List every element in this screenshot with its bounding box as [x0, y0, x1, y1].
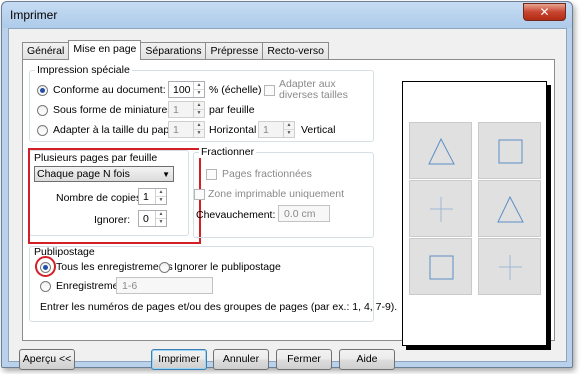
- square-icon: [498, 139, 523, 164]
- preview-cell-triangle: [478, 180, 541, 237]
- miniatures-label: Sous forme de miniatures:: [53, 104, 176, 116]
- publipostage-hint: Entrer les numéros de pages et/ou des gr…: [40, 301, 398, 313]
- conforme-value: 100: [173, 84, 191, 96]
- horizontal-value: 1: [173, 124, 179, 136]
- ignorer-publipostage-radio[interactable]: [159, 262, 170, 273]
- tab-general[interactable]: Général: [22, 42, 69, 60]
- adapter-radio[interactable]: [37, 125, 48, 136]
- horizontal-label: Horizontal: [209, 124, 257, 136]
- impression-speciale-group: Impression spéciale Conforme au document…: [29, 64, 374, 142]
- enregistrements-input[interactable]: 1-6: [116, 277, 213, 294]
- ignorer-publipostage-label: Ignorer le publipostage: [174, 261, 281, 273]
- dialog-body: Général Mise en page Séparations Prépres…: [8, 28, 567, 370]
- highlight-circle: [35, 256, 56, 277]
- conforme-label: Conforme au document:: [53, 84, 166, 96]
- conforme-spin-arrows[interactable]: ▲ ▼: [193, 82, 204, 97]
- echelle-label: % (échelle): [209, 84, 262, 96]
- fermer-button[interactable]: Fermer: [276, 349, 332, 370]
- zone-imprimable-label: Zone imprimable uniquement: [208, 188, 344, 200]
- pages-fractionnees-label: Pages fractionnées: [222, 168, 312, 180]
- miniatures-spin-arrows[interactable]: ▲ ▼: [193, 102, 204, 117]
- zone-imprimable-checkbox[interactable]: [194, 189, 205, 200]
- chevauchement-value: 0.0 cm: [284, 208, 316, 220]
- tous-label: Tous les enregistrements: [56, 261, 173, 273]
- tab-prepresse[interactable]: Prépresse: [205, 42, 263, 60]
- horizontal-spinner[interactable]: 1 ▲ ▼: [168, 121, 205, 138]
- chevauchement-input[interactable]: 0.0 cm: [278, 205, 330, 222]
- miniatures-value: 1: [173, 104, 179, 116]
- aide-button[interactable]: Aide: [339, 349, 395, 370]
- apercu-button[interactable]: Aperçu <<: [19, 349, 75, 370]
- vertical-spin-arrows[interactable]: ▲ ▼: [283, 122, 294, 137]
- enregistrements-radio[interactable]: [40, 281, 51, 292]
- vertical-spinner[interactable]: 1 ▲ ▼: [258, 121, 295, 138]
- enregistrements-value: 1-6: [122, 280, 138, 292]
- conforme-spinner[interactable]: 100 ▲ ▼: [168, 81, 205, 98]
- page-preview: [402, 81, 547, 346]
- adapter-label: Adapter à la taille du papier:: [53, 124, 184, 136]
- tab-separations[interactable]: Séparations: [141, 42, 206, 60]
- adapter-aux-label-2: diverses tailles: [279, 89, 348, 101]
- par-feuille-label: par feuille: [209, 104, 255, 116]
- preview-cell-triangle: [409, 122, 472, 179]
- tab-recto-verso[interactable]: Recto-verso: [262, 42, 329, 60]
- tab-mise-en-page[interactable]: Mise en page: [68, 40, 142, 60]
- vertical-label: Vertical: [301, 124, 336, 136]
- preview-cell-plus: [409, 180, 472, 237]
- preview-cell-plus: [478, 238, 541, 295]
- close-button[interactable]: ✕: [523, 3, 566, 21]
- adapter-aux-checkbox[interactable]: [264, 85, 275, 96]
- impression-speciale-title: Impression spéciale: [35, 64, 132, 76]
- fractionner-title: Fractionner: [199, 146, 257, 158]
- triangle-icon: [497, 195, 524, 223]
- preview-cell-square: [478, 122, 541, 179]
- window-title: Imprimer: [10, 8, 58, 22]
- highlight-box: [28, 148, 201, 244]
- miniatures-radio[interactable]: [37, 105, 48, 116]
- chevauchement-label: Chevauchement:: [196, 209, 276, 221]
- triangle-icon: [428, 137, 455, 165]
- print-dialog: Imprimer ✕ Général Mise en page Séparati…: [1, 1, 573, 370]
- mise-en-page-panel: Impression spéciale Conforme au document…: [22, 59, 555, 346]
- fractionner-group: Fractionner Pages fractionnées Zone impr…: [193, 146, 374, 238]
- conforme-radio[interactable]: [37, 85, 48, 96]
- square-icon: [429, 255, 454, 280]
- vertical-value: 1: [263, 124, 269, 136]
- tab-strip: Général Mise en page Séparations Prépres…: [22, 40, 329, 60]
- miniatures-spinner[interactable]: 1 ▲ ▼: [168, 101, 205, 118]
- pages-fractionnees-checkbox[interactable]: [206, 169, 217, 180]
- imprimer-button[interactable]: Imprimer: [151, 349, 207, 370]
- preview-cell-square: [409, 238, 472, 295]
- horizontal-spin-arrows[interactable]: ▲ ▼: [193, 122, 204, 137]
- plus-icon: [430, 197, 453, 222]
- publipostage-group: Publipostage Tous les enregistrements Ig…: [29, 246, 397, 322]
- title-bar[interactable]: Imprimer ✕: [2, 2, 572, 28]
- plus-icon: [499, 255, 522, 280]
- annuler-button[interactable]: Annuler: [213, 349, 269, 370]
